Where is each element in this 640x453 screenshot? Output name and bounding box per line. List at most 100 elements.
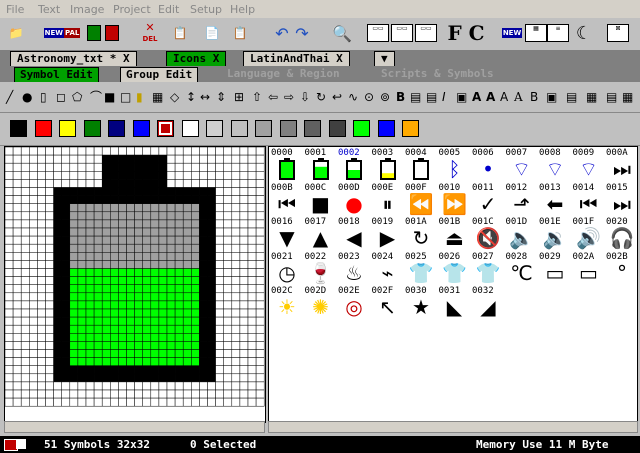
- symbol-cell[interactable]: 0022 🍷: [304, 252, 338, 284]
- palette-swatch[interactable]: [59, 120, 76, 137]
- menu-help[interactable]: Help: [230, 3, 255, 16]
- text-frame-icon-2[interactable]: ▭▭: [390, 21, 414, 45]
- text-frame-icon-3[interactable]: ▭▭: [414, 21, 438, 45]
- font-a-outline-icon[interactable]: A: [500, 90, 508, 104]
- font-code-button[interactable]: F C: [446, 21, 486, 45]
- box-icon-4[interactable]: ▤: [606, 90, 617, 104]
- symbol-cell[interactable]: 0032 ◢: [471, 286, 505, 318]
- line-tool-icon[interactable]: ╱: [6, 90, 13, 104]
- mirror-icon[interactable]: ⇕: [216, 90, 226, 104]
- symbol-cell[interactable]: 001A ↻: [404, 217, 438, 249]
- menu-edit[interactable]: Edit: [158, 3, 179, 16]
- symbol-cell[interactable]: 0013 ⬅: [538, 183, 572, 215]
- palette-swatch[interactable]: [377, 120, 395, 137]
- stamp-icon[interactable]: ⊙: [364, 90, 374, 104]
- fill-rect-icon[interactable]: ■: [104, 90, 115, 104]
- shift-left-icon[interactable]: ⇦: [268, 90, 278, 104]
- flip-vertical-icon[interactable]: ↕: [186, 90, 196, 104]
- symbol-cell[interactable]: 0000: [270, 148, 304, 180]
- symbol-cell[interactable]: 0028 ℃: [505, 252, 539, 284]
- symbol-cell[interactable]: 0011 ✓: [471, 183, 505, 215]
- symbol-cell[interactable]: 0004: [404, 148, 438, 180]
- grid-icon[interactable]: ▦: [524, 21, 548, 45]
- palette-swatch[interactable]: [353, 120, 370, 137]
- palette-swatch[interactable]: [10, 120, 27, 137]
- symbol-cell[interactable]: 000F ⏪: [404, 183, 438, 215]
- symbol-cell[interactable]: 0014 ⏮: [572, 183, 606, 215]
- palette-swatch[interactable]: [279, 120, 297, 137]
- tab-symbol-edit[interactable]: Symbol Edit: [14, 67, 99, 82]
- pixel-grid[interactable]: [5, 147, 266, 423]
- symbol-cell[interactable]: 002B °: [605, 252, 639, 284]
- palette-swatch[interactable]: [402, 120, 419, 137]
- copy-icon[interactable]: 📄: [200, 21, 224, 45]
- symbol-cell[interactable]: 0017 ▲: [304, 217, 338, 249]
- delete-icon[interactable]: ✕ DEL: [138, 21, 162, 45]
- grid-scrollbar[interactable]: [268, 421, 638, 433]
- symbol-cell[interactable]: 000D ●: [337, 183, 371, 215]
- text-frame-icon-1[interactable]: ▭▭: [366, 21, 390, 45]
- symbol-cell[interactable]: 0002: [337, 148, 371, 180]
- symbol-cell[interactable]: 000A ⏭: [605, 148, 639, 180]
- outline-rect-icon[interactable]: □: [120, 90, 131, 104]
- symbol-cell[interactable]: 001E 🔉: [538, 217, 572, 249]
- palette-swatch[interactable]: [181, 120, 199, 137]
- symbol-cell[interactable]: 0010 ⏩: [438, 183, 472, 215]
- square-tool-icon[interactable]: ◻: [56, 90, 66, 104]
- tab-scripts-symbols[interactable]: Scripts & Symbols: [376, 67, 499, 81]
- symbol-cell[interactable]: 0019 ▶: [371, 217, 405, 249]
- paste-icon[interactable]: 📋: [228, 21, 252, 45]
- shift-up-icon[interactable]: ⇧: [252, 90, 262, 104]
- symbol-cell[interactable]: 002F ↖: [371, 286, 405, 318]
- symbol-cell[interactable]: 0007 ⌔: [505, 148, 539, 180]
- red-square-icon[interactable]: [100, 21, 124, 45]
- symbol-cell[interactable]: 0029 ▭: [538, 252, 572, 284]
- menu-setup[interactable]: Setup: [190, 3, 222, 16]
- rect-tool-icon[interactable]: ▯: [40, 90, 47, 104]
- tab-dropdown[interactable]: ▼: [374, 51, 395, 66]
- symbol-cell[interactable]: 0025 👕: [404, 252, 438, 284]
- symbol-cell[interactable]: 001F 🔊: [572, 217, 606, 249]
- flip-horizontal-icon[interactable]: ↔: [200, 90, 210, 104]
- tab-latinandthai[interactable]: LatinAndThai X: [243, 51, 350, 66]
- tab-group-edit[interactable]: Group Edit: [120, 67, 199, 82]
- open-file-icon[interactable]: 📁: [4, 21, 28, 45]
- symbol-cell[interactable]: 001B ⏏: [438, 217, 472, 249]
- symbol-cell[interactable]: 0031 ◣: [438, 286, 472, 318]
- bold-b-icon[interactable]: B: [530, 90, 538, 104]
- symbol-cell[interactable]: 002D ✺: [304, 286, 338, 318]
- bezier-icon[interactable]: ∿: [348, 90, 358, 104]
- symbol-cell[interactable]: 0003: [371, 148, 405, 180]
- symbol-cell[interactable]: 0015 ⏭: [605, 183, 639, 215]
- font-a-serif-icon[interactable]: A: [514, 90, 523, 104]
- symbol-cell[interactable]: 0024 ⌁: [371, 252, 405, 284]
- palette-swatch[interactable]: [304, 120, 321, 137]
- editor-scrollbar[interactable]: [4, 421, 265, 433]
- shift-down-icon[interactable]: ⇩: [300, 90, 310, 104]
- new-palette-button[interactable]: NEW PAL: [42, 21, 82, 45]
- symbol-cell[interactable]: 0012 ⬏: [505, 183, 539, 215]
- box-icon-3[interactable]: ▦: [586, 90, 597, 104]
- symbol-cell[interactable]: 0023 ♨: [337, 252, 371, 284]
- list-icon[interactable]: ≡: [546, 21, 570, 45]
- search-icon[interactable]: 🔍: [330, 21, 354, 45]
- symbol-cell[interactable]: 0030 ★: [404, 286, 438, 318]
- tab-language-region[interactable]: Language & Region: [222, 67, 345, 81]
- palette-swatch[interactable]: [34, 120, 52, 137]
- symbol-cell[interactable]: 0020 🎧: [605, 217, 639, 249]
- menu-project[interactable]: Project: [113, 3, 151, 16]
- box-icon-5[interactable]: ▦: [622, 90, 633, 104]
- palette-swatch[interactable]: [157, 120, 174, 137]
- clipboard-icon[interactable]: 📋: [168, 21, 192, 45]
- moon-icon[interactable]: ☾: [572, 21, 596, 45]
- select-grid-icon[interactable]: ⊞: [234, 90, 244, 104]
- symbol-cell[interactable]: 0009 ⌔: [572, 148, 606, 180]
- rotate-icon[interactable]: ↻: [316, 90, 326, 104]
- tab-icons[interactable]: Icons X: [166, 51, 227, 66]
- symbol-cell[interactable]: 0005 ᛒ: [438, 148, 472, 180]
- text-frame-small2-icon[interactable]: ▤: [426, 90, 437, 104]
- symbol-cell[interactable]: 0016 ▼: [270, 217, 304, 249]
- menu-text[interactable]: Text: [38, 3, 60, 16]
- circle-tool-icon[interactable]: ●: [22, 90, 32, 104]
- symbol-cell[interactable]: 001D 🔈: [505, 217, 539, 249]
